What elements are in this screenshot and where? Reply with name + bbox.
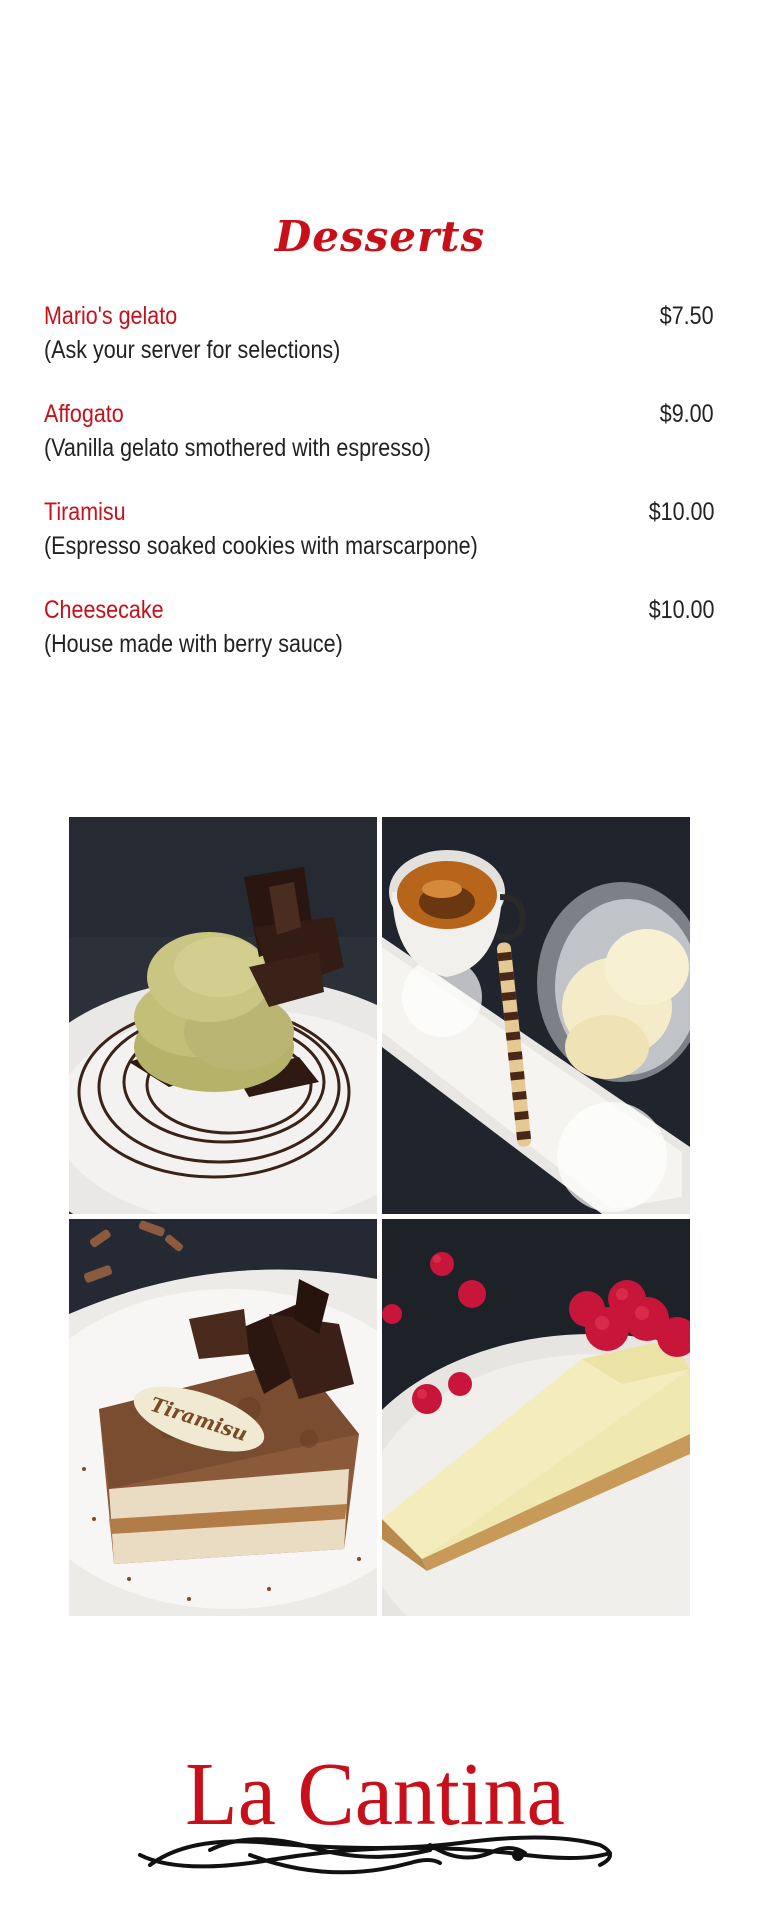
menu-item: Affogato $9.00 (Vanilla gelato smothered… [44, 398, 714, 496]
item-price: $10.00 [648, 498, 714, 526]
item-name: Cheesecake [44, 596, 164, 624]
affogato-photo [382, 817, 690, 1214]
menu-item: Tiramisu $10.00 (Espresso soaked cookies… [44, 496, 714, 594]
item-description: (Ask your server for selections) [44, 336, 341, 364]
page-title: Desserts [274, 212, 486, 261]
gelato-photo [69, 817, 377, 1214]
tiramisu-photo: Tiramisu [69, 1219, 377, 1616]
menu-item: Cheesecake $10.00 (House made with berry… [44, 594, 714, 692]
menu-item: Mario's gelato $7.50 (Ask your server fo… [44, 300, 714, 398]
item-price: $7.50 [660, 302, 714, 330]
item-description: (Vanilla gelato smothered with espresso) [44, 434, 431, 462]
cheesecake-photo [382, 1219, 690, 1616]
dessert-menu-list: Mario's gelato $7.50 (Ask your server fo… [44, 300, 714, 692]
logo-text: La Cantina [185, 1744, 565, 1844]
item-name: Affogato [44, 400, 124, 428]
la-cantina-logo: La Cantina [130, 1735, 630, 1885]
item-price: $10.00 [648, 596, 714, 624]
dessert-photo-grid: Tiramisu [69, 817, 690, 1616]
item-name: Mario's gelato [44, 302, 178, 330]
item-description: (Espresso soaked cookies with marscarpon… [44, 532, 478, 560]
item-price: $9.00 [660, 400, 714, 428]
item-description: (House made with berry sauce) [44, 630, 343, 658]
item-name: Tiramisu [44, 498, 126, 526]
